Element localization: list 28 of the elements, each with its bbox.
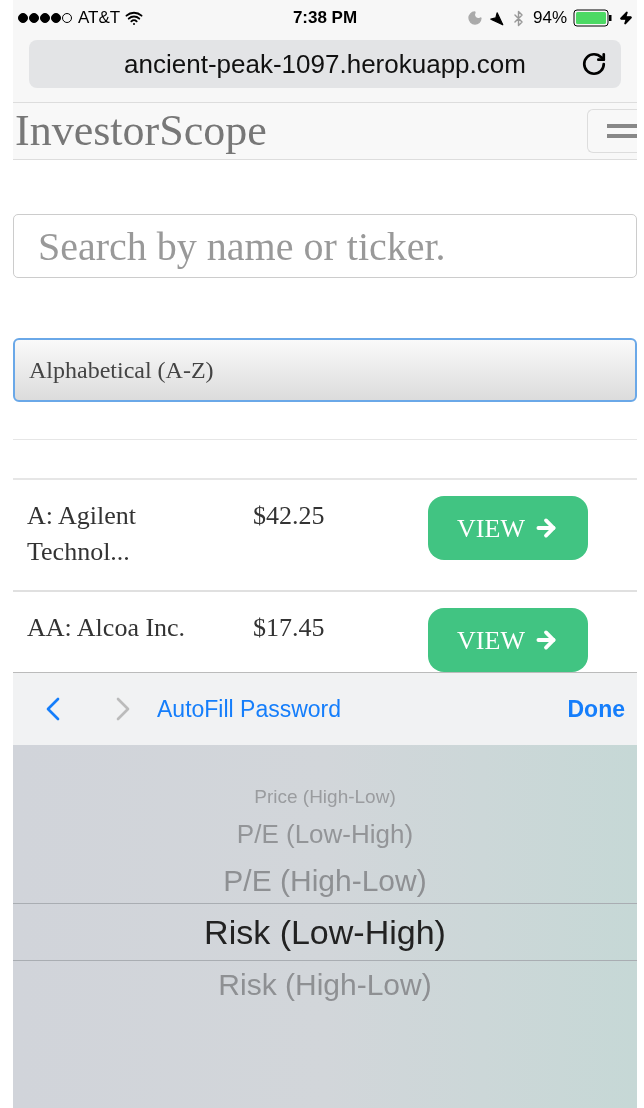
view-button[interactable]: VIEW (428, 496, 588, 560)
picker-option[interactable]: Risk (Low-High) (204, 906, 446, 958)
moon-icon (466, 10, 483, 26)
picker-option[interactable]: Price (High-Low) (254, 782, 396, 812)
company-name: A: Agilent Technol... (27, 500, 138, 568)
view-button[interactable]: VIEW (428, 608, 588, 672)
search-field[interactable]: Search by name or ticker. (13, 214, 637, 278)
location-arrow-icon (488, 10, 504, 26)
picker-option[interactable]: P/E (Low-High) (236, 814, 414, 854)
wifi-icon (125, 9, 144, 27)
picker-option[interactable]: Risk (High-Low) (218, 961, 432, 1007)
stock-price: $17.45 (253, 612, 326, 644)
signal-strength-icon (17, 12, 73, 24)
sort-select[interactable]: Alphabetical (A-Z) (13, 338, 637, 402)
battery-percent: 94% (532, 7, 567, 30)
url-text: ancient-peak-1097.herokuapp.com (124, 47, 526, 81)
company-name: AA: Alcoa Inc. (27, 612, 187, 644)
clock-time: 7:38 PM (292, 7, 358, 30)
picker-option[interactable]: P/E (High-Low) (223, 857, 427, 903)
carrier-name: AT&T (78, 7, 121, 30)
stock-price: $42.25 (253, 500, 326, 532)
battery-icon (573, 9, 613, 27)
autofill-password-link[interactable]: AutoFill Password (157, 691, 342, 727)
done-button[interactable]: Done (567, 691, 625, 727)
reload-icon[interactable] (581, 51, 607, 77)
address-bar[interactable]: ancient-peak-1097.herokuapp.com (29, 40, 621, 88)
menu-button[interactable] (587, 109, 637, 153)
charging-icon (619, 11, 633, 25)
